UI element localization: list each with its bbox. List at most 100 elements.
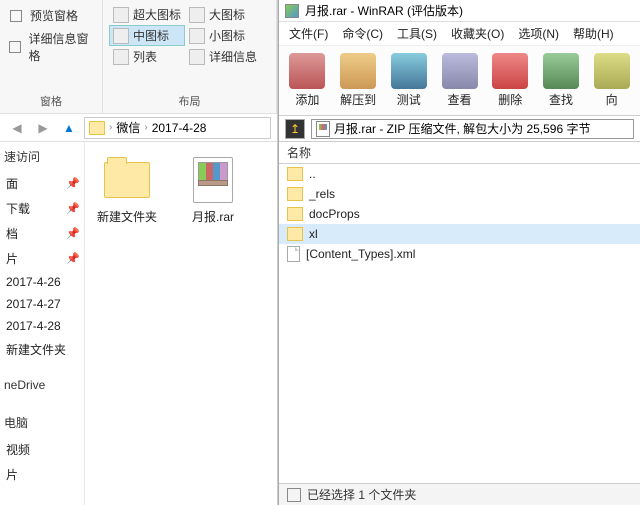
rar-file-tile[interactable]: 月报.rar	[177, 156, 249, 225]
winrar-title-text: 月报.rar - WinRAR (评估版本)	[305, 2, 463, 19]
toolbar-label: 添加	[295, 91, 319, 108]
address-field[interactable]: › 微信 › 2017-4-28	[84, 117, 271, 139]
breadcrumb-seg[interactable]: 2017-4-28	[152, 121, 207, 135]
preview-pane-icon	[8, 8, 24, 24]
file-name: _rels	[309, 187, 335, 201]
winrar-window: 月报.rar - WinRAR (评估版本) 文件(F) 命令(C) 工具(S)…	[278, 0, 640, 505]
layout-large[interactable]: 大图标	[185, 4, 261, 25]
menu-commands[interactable]: 命令(C)	[342, 25, 383, 42]
nav-item-documents[interactable]: 档📌	[0, 221, 84, 246]
toolbar-icon	[442, 53, 478, 89]
nav-pane[interactable]: 速访问 面📌 下载📌 档📌 片📌 2017-4-26 2017-4-27 201…	[0, 142, 85, 505]
folder-icon	[287, 187, 303, 201]
winrar-titlebar[interactable]: 月报.rar - WinRAR (评估版本)	[279, 0, 640, 22]
list-item[interactable]: _rels	[279, 184, 640, 204]
toolbar-向-button[interactable]: 向	[587, 49, 636, 113]
folder-icon	[89, 121, 105, 135]
preview-pane-toggle[interactable]: 预览窗格	[6, 4, 96, 27]
folder-icon	[287, 207, 303, 221]
toolbar-查看-button[interactable]: 查看	[435, 49, 484, 113]
nav-back-button[interactable]: ◀	[6, 117, 28, 139]
breadcrumb-bar: ◀ ▶ ▲ › 微信 › 2017-4-28	[0, 114, 277, 142]
list-item[interactable]: xl	[279, 224, 640, 244]
toolbar-删除-button[interactable]: 删除	[486, 49, 535, 113]
toolbar-icon	[492, 53, 528, 89]
list-item[interactable]: ..	[279, 164, 640, 184]
toolbar-解压到-button[interactable]: 解压到	[334, 49, 383, 113]
explorer-window: 预览窗格 详细信息窗格 窗格 超大图标 中图标 列表 大图标 小图标	[0, 0, 278, 505]
layout-list[interactable]: 列表	[109, 46, 185, 67]
winrar-statusbar: 已经选择 1 个文件夹	[279, 483, 640, 505]
file-icon	[287, 246, 300, 262]
details-pane-label: 详细信息窗格	[29, 30, 94, 64]
winrar-toolbar: 添加 解压到 测试 查看 删除 查找 向	[279, 46, 640, 116]
chevron-right-icon: ›	[109, 122, 112, 133]
ribbon-group-panes: 预览窗格 详细信息窗格 窗格	[0, 0, 103, 113]
nav-item-pic[interactable]: 片	[0, 462, 84, 487]
details-pane-icon	[8, 39, 23, 55]
file-name: docProps	[309, 207, 360, 221]
explorer-ribbon: 预览窗格 详细信息窗格 窗格 超大图标 中图标 列表 大图标 小图标	[0, 0, 277, 114]
preview-pane-label: 预览窗格	[30, 7, 78, 24]
layout-details[interactable]: 详细信息	[185, 46, 261, 67]
nav-item-downloads[interactable]: 下载📌	[0, 196, 84, 221]
nav-quick-access[interactable]: 速访问	[0, 142, 84, 171]
folder-icon	[103, 156, 151, 204]
menu-tools[interactable]: 工具(S)	[397, 25, 437, 42]
details-pane-toggle[interactable]: 详细信息窗格	[6, 27, 96, 67]
toolbar-label: 删除	[498, 91, 522, 108]
layout-medium[interactable]: 中图标	[109, 25, 185, 46]
list-item[interactable]: [Content_Types].xml	[279, 244, 640, 264]
menu-file[interactable]: 文件(F)	[289, 25, 328, 42]
status-text: 已经选择 1 个文件夹	[307, 486, 416, 503]
archive-path-field[interactable]: 月报.rar - ZIP 压缩文件, 解包大小为 25,596 字节	[311, 119, 634, 139]
status-icon	[287, 488, 301, 502]
toolbar-查找-button[interactable]: 查找	[537, 49, 586, 113]
chevron-right-icon: ›	[144, 122, 147, 133]
pin-icon: 📌	[66, 252, 80, 265]
tile-label: 月报.rar	[177, 208, 249, 225]
toolbar-label: 测试	[397, 91, 421, 108]
winrar-column-header[interactable]: 名称	[279, 142, 640, 164]
archive-path-text: 月报.rar - ZIP 压缩文件, 解包大小为 25,596 字节	[334, 120, 591, 137]
ribbon-group-layout: 超大图标 中图标 列表 大图标 小图标 详细信息 布局	[103, 0, 277, 113]
layout-small[interactable]: 小图标	[185, 25, 261, 46]
nav-item-newfolder[interactable]: 新建文件夹	[0, 337, 84, 362]
menu-options[interactable]: 选项(N)	[518, 25, 559, 42]
list-item[interactable]: docProps	[279, 204, 640, 224]
toolbar-icon	[594, 53, 630, 89]
nav-item-desktop[interactable]: 面📌	[0, 171, 84, 196]
folder-icon	[287, 227, 303, 241]
folder-icon	[287, 167, 303, 181]
ribbon-group-panes-label: 窗格	[6, 91, 96, 113]
winrar-file-list[interactable]: .. _rels docProps xl[Content_Types].xml	[279, 164, 640, 483]
toolbar-icon	[340, 53, 376, 89]
toolbar-label: 解压到	[340, 91, 376, 108]
nav-this-pc[interactable]: 电脑	[0, 408, 84, 437]
folder-tile[interactable]: 新建文件夹	[91, 156, 163, 225]
rar-icon	[189, 156, 237, 204]
tile-label: 新建文件夹	[91, 208, 163, 225]
menu-favorites[interactable]: 收藏夹(O)	[451, 25, 504, 42]
nav-item-pictures[interactable]: 片📌	[0, 246, 84, 271]
toolbar-label: 向	[606, 91, 618, 108]
toolbar-label: 查找	[549, 91, 573, 108]
toolbar-label: 查看	[448, 91, 472, 108]
nav-item-date3[interactable]: 2017-4-28	[0, 315, 84, 337]
nav-fwd-button[interactable]: ▶	[32, 117, 54, 139]
menu-help[interactable]: 帮助(H)	[573, 25, 614, 42]
winrar-pathbar: ↥ 月报.rar - ZIP 压缩文件, 解包大小为 25,596 字节	[279, 116, 640, 142]
nav-item-date2[interactable]: 2017-4-27	[0, 293, 84, 315]
nav-up-button[interactable]: ▲	[58, 117, 80, 139]
layout-extra-large[interactable]: 超大图标	[109, 4, 185, 25]
toolbar-添加-button[interactable]: 添加	[283, 49, 332, 113]
content-pane[interactable]: 新建文件夹 月报.rar	[85, 142, 277, 505]
nav-item-video[interactable]: 视频	[0, 437, 84, 462]
nav-onedrive[interactable]: neDrive	[0, 372, 84, 398]
toolbar-icon	[289, 53, 325, 89]
breadcrumb-seg[interactable]: 微信	[116, 119, 140, 136]
nav-item-date1[interactable]: 2017-4-26	[0, 271, 84, 293]
toolbar-测试-button[interactable]: 测试	[384, 49, 433, 113]
explorer-body: 速访问 面📌 下载📌 档📌 片📌 2017-4-26 2017-4-27 201…	[0, 142, 277, 505]
up-one-level-button[interactable]: ↥	[285, 119, 305, 139]
